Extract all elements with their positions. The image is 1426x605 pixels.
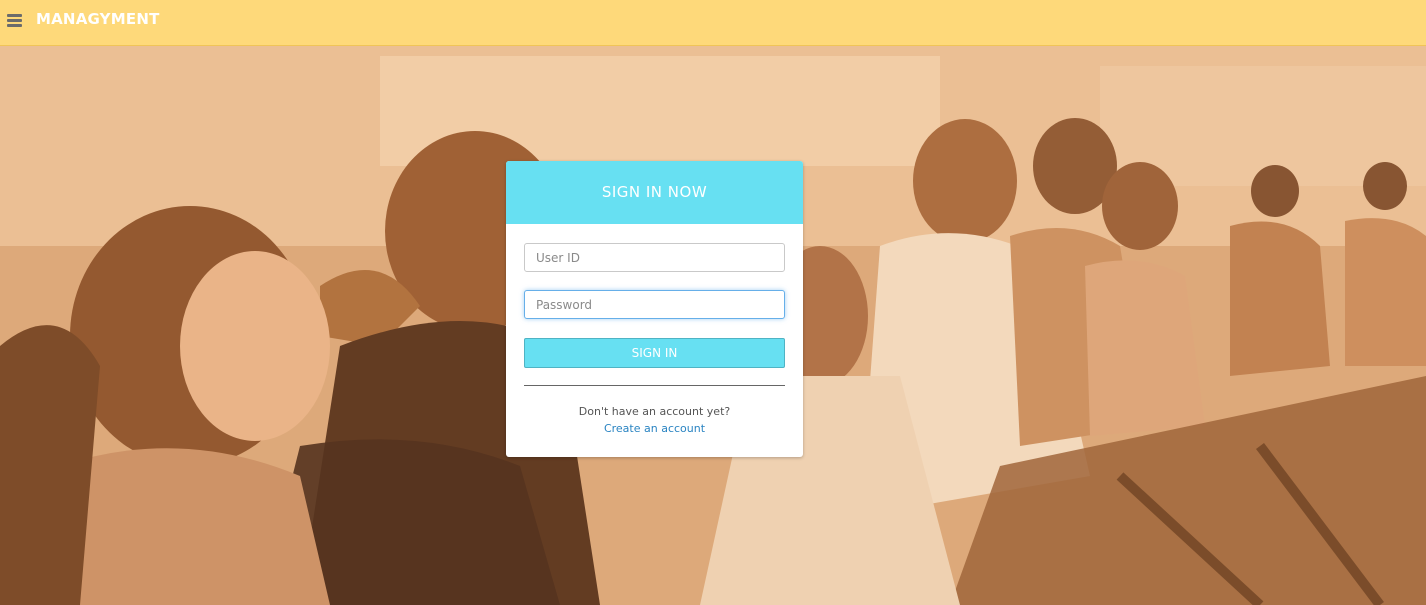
brand-title[interactable]: MANAGYMENT (36, 10, 160, 28)
divider (524, 385, 785, 386)
create-account-link[interactable]: Create an account (506, 422, 803, 435)
top-navbar: MANAGYMENT (0, 0, 1426, 46)
password-input[interactable] (524, 290, 785, 319)
hamburger-menu-icon[interactable] (7, 14, 22, 27)
sign-in-title: SIGN IN NOW (506, 161, 803, 224)
no-account-text: Don't have an account yet? (578, 405, 731, 418)
user-id-input[interactable] (524, 243, 785, 272)
sign-in-button[interactable]: SIGN IN (524, 338, 785, 368)
sign-in-card: SIGN IN NOW SIGN IN Don't have an accoun… (506, 161, 803, 457)
